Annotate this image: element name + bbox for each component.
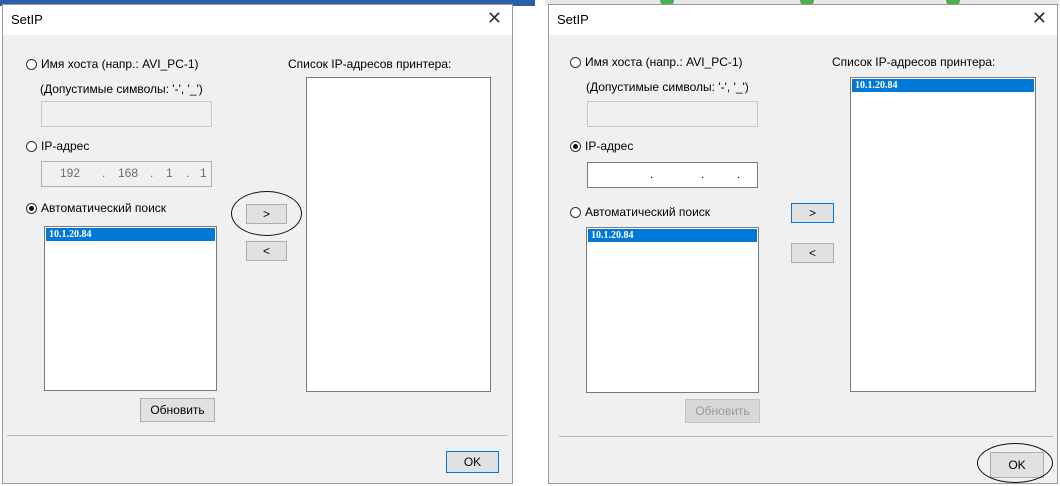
ip-dot: . [737,167,741,181]
radio-icon [570,140,581,152]
ip-octet-3: 1 [166,166,173,180]
printer-list-label: Список IP-адресов принтера: [288,57,452,71]
list-item[interactable]: 10.1.20.84 [46,228,215,241]
refresh-button[interactable]: Обновить [685,399,760,423]
radio-icon [26,202,37,214]
add-button[interactable]: > [246,204,287,224]
title-bar: SetIP ✕ [3,5,512,35]
close-icon[interactable]: ✕ [487,8,502,29]
ip-dot: . [150,166,154,180]
hostname-hint: (Допустимые символы: '-', '_') [40,82,203,96]
ip-radio[interactable]: IP-адрес [570,139,633,153]
dialog-title: SetIP [11,12,43,27]
found-printers-list[interactable]: 10.1.20.84 [44,226,217,391]
hostname-radio[interactable]: Имя хоста (напр.: AVI_PC-1) [570,55,743,69]
remove-button[interactable]: < [246,241,287,261]
hostname-radio-label: Имя хоста (напр.: AVI_PC-1) [41,57,199,71]
ip-octet-1: 192 [60,166,81,180]
ip-dot: . [650,167,654,181]
radio-icon [26,140,37,152]
radio-icon [26,58,37,70]
auto-search-radio[interactable]: Автоматический поиск [26,201,166,215]
hostname-radio[interactable]: Имя хоста (напр.: AVI_PC-1) [26,57,199,71]
list-item[interactable]: 10.1.20.84 [852,79,1034,92]
separator [559,436,1053,437]
ip-dot: . [186,166,190,180]
ip-radio-label: IP-адрес [41,139,90,153]
list-item[interactable]: 10.1.20.84 [588,229,757,242]
dialog-title: SetIP [557,12,589,27]
hostname-input[interactable] [41,101,212,127]
setip-dialog-right: SetIP ✕ Имя хоста (напр.: AVI_PC-1) (Доп… [548,4,1058,484]
ip-octet-2: 168 [118,166,139,180]
hostname-hint: (Допустимые символы: '-', '_') [586,80,749,94]
ip-dot: . [701,167,705,181]
close-icon[interactable]: ✕ [1032,8,1047,29]
ip-address-field[interactable]: 192 . 168 . 1 . 1 [41,161,212,187]
auto-search-radio-label: Автоматический поиск [585,205,711,219]
ip-dot: . [102,166,106,180]
add-button[interactable]: > [791,203,834,223]
printer-ip-list[interactable] [306,77,491,392]
printer-list-label: Список IP-адресов принтера: [832,55,996,69]
ok-button[interactable]: OK [446,451,499,473]
refresh-button[interactable]: Обновить [140,398,215,422]
remove-button[interactable]: < [791,243,834,263]
found-printers-list[interactable]: 10.1.20.84 [586,227,759,393]
auto-search-radio-label: Автоматический поиск [41,201,167,215]
hostname-radio-label: Имя хоста (напр.: AVI_PC-1) [585,55,743,69]
setip-dialog-left: SetIP ✕ Имя хоста (напр.: AVI_PC-1) (Доп… [2,4,513,484]
ip-radio-label: IP-адрес [585,139,634,153]
ok-button[interactable]: OK [990,452,1044,478]
ip-radio[interactable]: IP-адрес [26,139,89,153]
radio-icon [570,56,581,68]
hostname-input[interactable] [587,101,758,127]
title-bar: SetIP ✕ [549,5,1057,35]
printer-ip-list[interactable]: 10.1.20.84 [850,77,1036,392]
radio-icon [570,206,581,218]
auto-search-radio[interactable]: Автоматический поиск [570,205,710,219]
separator [7,435,508,436]
ip-address-field[interactable]: . . . [587,162,758,188]
ip-octet-4: 1 [200,166,207,180]
